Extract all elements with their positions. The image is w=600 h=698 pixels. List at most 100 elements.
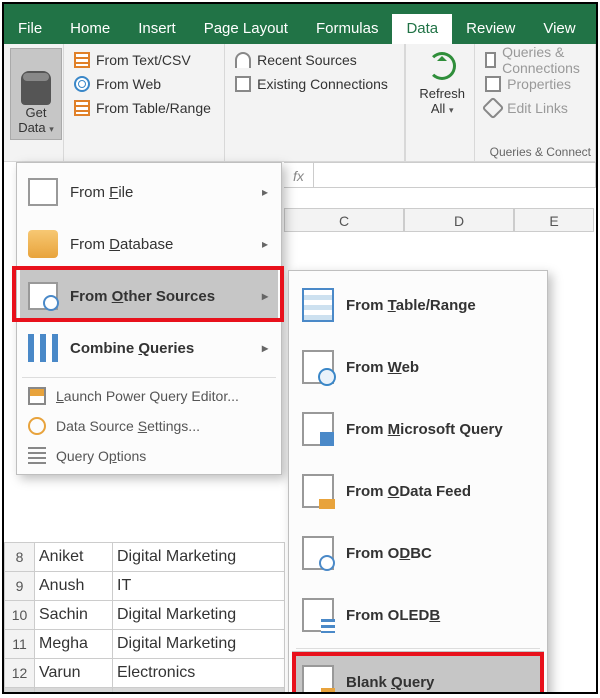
cell[interactable]: Sachin xyxy=(35,601,113,630)
col-header-c[interactable]: C xyxy=(284,208,404,232)
tab-formulas[interactable]: Formulas xyxy=(302,14,393,44)
submenu-odbc-label: From ODBC xyxy=(346,545,432,562)
text-csv-icon xyxy=(74,52,90,68)
table-row[interactable]: 9AnushIT xyxy=(5,572,285,601)
from-table-range-button[interactable]: From Table/Range xyxy=(70,96,218,120)
submenu-from-odata-feed[interactable]: From OData Feed xyxy=(292,460,544,522)
submenu-from-microsoft-query[interactable]: From Microsoft Query xyxy=(292,398,544,460)
recent-sources-label: Recent Sources xyxy=(257,52,357,68)
row-header[interactable]: 8 xyxy=(5,543,35,572)
submenu-from-web[interactable]: From Web xyxy=(292,336,544,398)
cell[interactable]: Avijit xyxy=(35,688,113,695)
col-header-e[interactable]: E xyxy=(514,208,594,232)
web-icon xyxy=(302,350,334,384)
list-icon xyxy=(28,447,46,465)
menu-from-other-sources[interactable]: From Other Sources xyxy=(20,270,278,322)
submenu-from-odbc[interactable]: From ODBC xyxy=(292,522,544,584)
submenu-msq-label: From Microsoft Query xyxy=(346,421,503,438)
launch-icon xyxy=(28,387,46,405)
menu-query-options[interactable]: Query Options xyxy=(20,441,278,471)
cell[interactable]: Aniket xyxy=(35,543,113,572)
menu-data-source-settings[interactable]: Data Source Settings... xyxy=(20,411,278,441)
submenu-oledb-label: From OLEDB xyxy=(346,607,440,624)
properties-icon xyxy=(485,76,501,92)
tab-data[interactable]: Data xyxy=(392,14,452,44)
cell[interactable]: Digital Marketing xyxy=(113,543,285,572)
table-row[interactable]: 8AniketDigital Marketing xyxy=(5,543,285,572)
from-web-label: From Web xyxy=(96,76,161,92)
from-web-button[interactable]: From Web xyxy=(70,72,218,96)
existing-connections-label: Existing Connections xyxy=(257,76,388,92)
cell[interactable]: Electronics xyxy=(113,659,285,688)
blank-query-icon xyxy=(302,665,334,694)
menu-combine-queries-label: Combine Queries xyxy=(70,340,194,357)
submenu-from-oledb[interactable]: From OLEDB xyxy=(292,584,544,646)
submenu-odata-label: From OData Feed xyxy=(346,483,471,500)
menu-from-database[interactable]: From Database xyxy=(20,218,278,270)
globe-icon xyxy=(74,76,90,92)
cell[interactable]: Megha xyxy=(35,630,113,659)
ribbon-group-sources: Recent Sources Existing Connections xyxy=(225,44,405,161)
tab-home[interactable]: Home xyxy=(56,14,124,44)
row-header[interactable]: 9 xyxy=(5,572,35,601)
cell[interactable]: Digital Marketing xyxy=(113,630,285,659)
queries-icon xyxy=(485,52,496,68)
database-icon xyxy=(28,230,58,258)
data-grid[interactable]: 8AniketDigital Marketing9AnushIT10Sachin… xyxy=(4,542,285,694)
group-label: Queries & Connect xyxy=(490,145,591,159)
row-header[interactable]: 13 xyxy=(5,688,35,695)
submenu-from-table-range[interactable]: From Table/Range xyxy=(292,274,544,336)
tab-page-layout[interactable]: Page Layout xyxy=(190,14,302,44)
table-row[interactable]: 10SachinDigital Marketing xyxy=(5,601,285,630)
edit-links-button[interactable]: Edit Links xyxy=(481,96,589,120)
submenu-from-web-label: From Web xyxy=(346,359,419,376)
get-data-button[interactable]: Get Data ▾ xyxy=(10,48,62,140)
submenu-blank-query[interactable]: Blank Query xyxy=(292,651,544,694)
recent-sources-button[interactable]: Recent Sources xyxy=(231,48,398,72)
database-icon xyxy=(21,71,51,105)
cell[interactable]: Digital Marketing xyxy=(113,601,285,630)
refresh-label-2: All xyxy=(431,101,445,116)
row-header[interactable]: 12 xyxy=(5,659,35,688)
cell[interactable]: Anush xyxy=(35,572,113,601)
app-frame: File Home Insert Page Layout Formulas Da… xyxy=(2,2,598,694)
ribbon-group-getdata: Get Data ▾ xyxy=(4,44,64,161)
edit-links-label: Edit Links xyxy=(507,100,568,116)
connections-icon xyxy=(235,76,251,92)
from-text-csv-button[interactable]: From Text/CSV xyxy=(70,48,218,72)
row-header[interactable]: 11 xyxy=(5,630,35,659)
properties-label: Properties xyxy=(507,76,571,92)
row-header[interactable]: 10 xyxy=(5,601,35,630)
formula-bar: fx xyxy=(284,162,596,188)
menu-launch-pqe[interactable]: Launch Power Query Editor... xyxy=(20,381,278,411)
column-headers: C D E xyxy=(284,208,596,232)
table-row[interactable]: 13AvijitDigital Marketing xyxy=(5,688,285,695)
table-row[interactable]: 12VarunElectronics xyxy=(5,659,285,688)
tab-review[interactable]: Review xyxy=(452,14,529,44)
ribbon-group-queries: Queries & Connections Properties Edit Li… xyxy=(475,44,596,161)
menu-from-file[interactable]: From File xyxy=(20,166,278,218)
tab-file[interactable]: File xyxy=(4,14,56,44)
odata-icon xyxy=(302,474,334,508)
fx-label: fx xyxy=(284,162,314,188)
get-data-label-2: Data xyxy=(18,120,45,135)
get-data-label-1: Get xyxy=(26,105,47,120)
col-header-d[interactable]: D xyxy=(404,208,514,232)
menu-query-options-label: Query Options xyxy=(56,448,146,464)
menu-combine-queries[interactable]: Combine Queries xyxy=(20,322,278,374)
refresh-all-button[interactable]: Refresh All ▾ xyxy=(412,48,472,140)
file-icon xyxy=(28,178,58,206)
properties-button[interactable]: Properties xyxy=(481,72,589,96)
menu-from-database-label: From Database xyxy=(70,236,173,253)
table-range-icon xyxy=(74,100,90,116)
existing-connections-button[interactable]: Existing Connections xyxy=(231,72,398,96)
tab-insert[interactable]: Insert xyxy=(124,14,190,44)
gear-icon xyxy=(28,417,46,435)
queries-connections-button[interactable]: Queries & Connections xyxy=(481,48,589,72)
cell[interactable]: Digital Marketing xyxy=(113,688,285,695)
cell[interactable]: IT xyxy=(113,572,285,601)
tab-view[interactable]: View xyxy=(529,14,589,44)
cell[interactable]: Varun xyxy=(35,659,113,688)
formula-input[interactable] xyxy=(314,162,596,188)
table-row[interactable]: 11MeghaDigital Marketing xyxy=(5,630,285,659)
